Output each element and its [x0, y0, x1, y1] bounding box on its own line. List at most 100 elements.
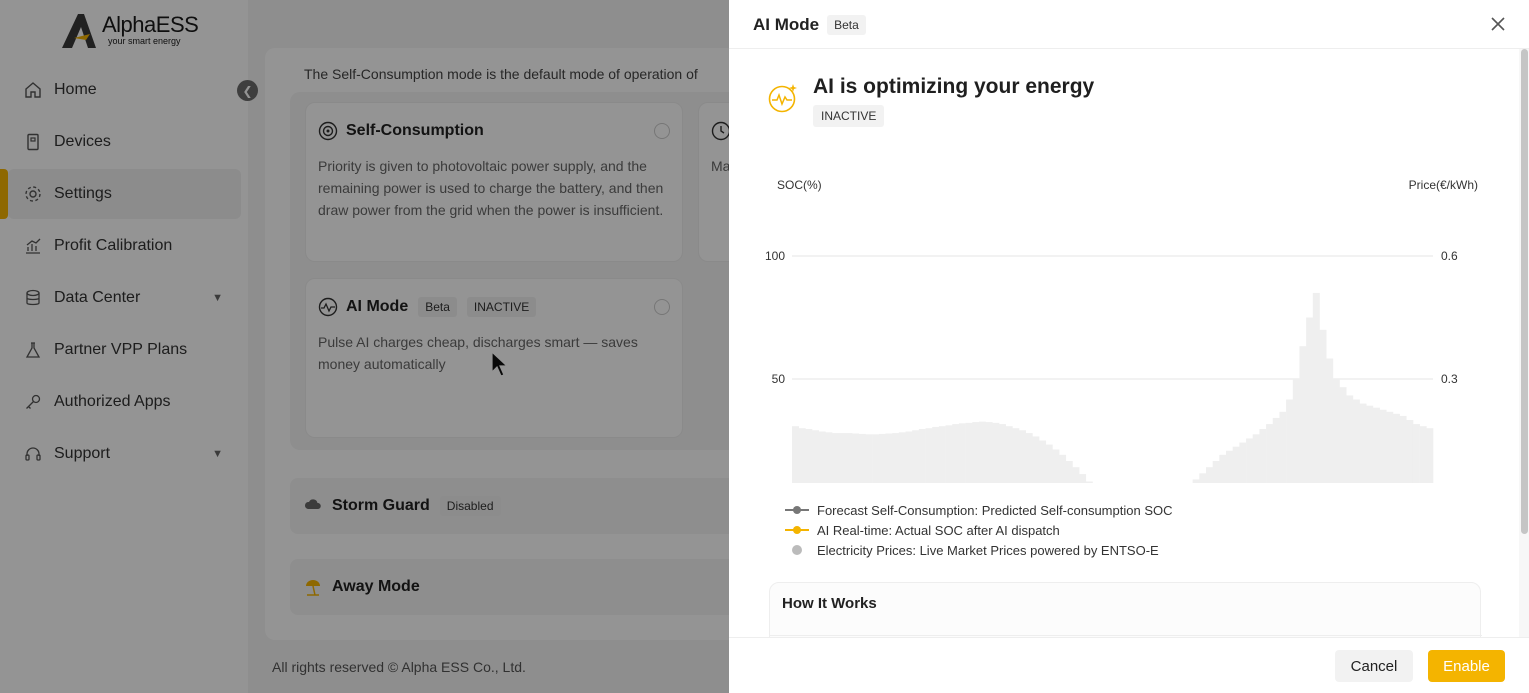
price-bar: [1192, 479, 1200, 483]
price-bar: [1306, 317, 1314, 483]
modal-backdrop[interactable]: [0, 0, 729, 693]
price-bar: [805, 429, 813, 483]
price-bar: [1226, 450, 1233, 483]
price-bar: [1045, 444, 1053, 483]
price-bar: [1032, 436, 1040, 483]
how-it-works-title: How It Works: [782, 595, 877, 612]
price-bar: [1372, 407, 1380, 483]
price-bar: [1205, 467, 1213, 483]
price-bar: [938, 426, 946, 483]
legend-label: AI Real-time: Actual SOC after AI dispat…: [817, 522, 1060, 538]
price-bar: [1419, 426, 1427, 483]
divider: [770, 635, 1482, 636]
price-bar: [1019, 430, 1026, 483]
price-bar: [992, 422, 1000, 483]
price-bar: [1219, 454, 1227, 483]
price-bar: [1352, 399, 1360, 483]
price-bar: [1312, 292, 1320, 483]
price-bar: [925, 428, 933, 483]
y-right-axis-label: Price(€/kWh): [1409, 178, 1478, 192]
price-bar: [1059, 454, 1067, 483]
price-bar: [1326, 358, 1334, 483]
price-bar: [1252, 434, 1260, 483]
price-bar: [985, 422, 993, 483]
ai-heading: AI is optimizing your energy: [813, 75, 1095, 98]
price-bar: [1319, 329, 1327, 483]
price-bar: [978, 421, 986, 483]
price-bar: [798, 428, 806, 483]
price-bar: [998, 424, 1006, 483]
price-bar: [1359, 403, 1367, 483]
price-bar: [818, 431, 826, 483]
legend-item-forecast[interactable]: Forecast Self-Consumption: Predicted Sel…: [785, 500, 1173, 520]
price-bar: [1079, 474, 1087, 483]
drawer-footer: Cancel Enable: [729, 637, 1529, 693]
price-bar: [1339, 387, 1347, 483]
price-bar: [1039, 440, 1047, 483]
price-bar: [1412, 424, 1420, 483]
price-bar: [1366, 405, 1374, 483]
dot-marker-icon: [785, 544, 809, 556]
price-bar: [865, 434, 873, 483]
legend-item-prices[interactable]: Electricity Prices: Live Market Prices p…: [785, 540, 1173, 560]
ai-sparkle-icon: [768, 84, 797, 113]
price-bar: [845, 433, 853, 483]
drawer-title: AI Mode: [753, 15, 820, 34]
y-right-tick-label: 0.3: [1441, 372, 1458, 386]
price-bar: [952, 424, 960, 483]
line-dot-marker-icon: [785, 524, 809, 536]
legend-label: Electricity Prices: Live Market Prices p…: [817, 542, 1159, 558]
status-badge: INACTIVE: [813, 105, 885, 127]
price-bar: [1286, 399, 1294, 483]
scrollbar-thumb[interactable]: [1521, 49, 1528, 534]
soc-price-chart: SOC(%) Price(€/kWh) 1000.6500.30000:0001…: [765, 178, 1478, 483]
price-bar: [1199, 473, 1207, 483]
price-bar: [1272, 417, 1280, 483]
chart-legend: Forecast Self-Consumption: Predicted Sel…: [785, 500, 1173, 560]
price-bar: [1279, 411, 1287, 483]
price-bar: [878, 433, 886, 483]
price-bar: [1065, 461, 1073, 483]
price-bar: [832, 433, 840, 483]
y-left-axis-label: SOC(%): [777, 178, 822, 192]
price-bar: [852, 433, 860, 483]
drawer-scrollbar[interactable]: [1519, 49, 1529, 637]
close-icon[interactable]: [1489, 15, 1507, 33]
price-bar: [892, 433, 900, 483]
price-bar: [1406, 420, 1414, 483]
legend-item-ai-realtime[interactable]: AI Real-time: Actual SOC after AI dispat…: [785, 520, 1173, 540]
y-left-tick-label: 100: [765, 249, 785, 263]
price-bar: [1239, 442, 1247, 483]
price-bar: [1386, 411, 1394, 483]
price-bar: [1346, 395, 1354, 483]
price-bar: [1332, 379, 1340, 483]
price-bar: [858, 433, 866, 483]
price-bar: [1025, 433, 1033, 483]
price-bar: [885, 433, 893, 483]
price-bar: [1392, 413, 1400, 483]
price-bar: [905, 431, 913, 483]
price-bar: [965, 422, 973, 483]
price-bar: [872, 434, 880, 483]
price-bar: [1072, 467, 1080, 483]
price-bar: [1005, 426, 1013, 483]
price-bar: [1052, 449, 1060, 483]
drawer-body: AI is optimizing your energy INACTIVE SO…: [729, 49, 1529, 637]
price-bar: [945, 425, 953, 483]
how-it-works-section: How It Works: [769, 582, 1482, 637]
price-bar: [898, 432, 906, 483]
price-bar: [1426, 428, 1434, 483]
price-bar: [825, 432, 833, 483]
price-bar: [918, 429, 926, 483]
price-bar: [1085, 481, 1093, 483]
ai-mode-drawer: AI Mode Beta AI is optimizing your energ…: [729, 0, 1529, 693]
price-bar: [1012, 428, 1020, 483]
price-bar: [838, 433, 846, 483]
y-left-tick-label: 50: [772, 372, 786, 386]
price-bar: [972, 422, 980, 483]
beta-badge: Beta: [827, 15, 866, 35]
price-bar: [1292, 379, 1300, 483]
enable-button[interactable]: Enable: [1428, 650, 1505, 682]
cancel-button[interactable]: Cancel: [1335, 650, 1413, 682]
price-bar: [932, 426, 940, 483]
